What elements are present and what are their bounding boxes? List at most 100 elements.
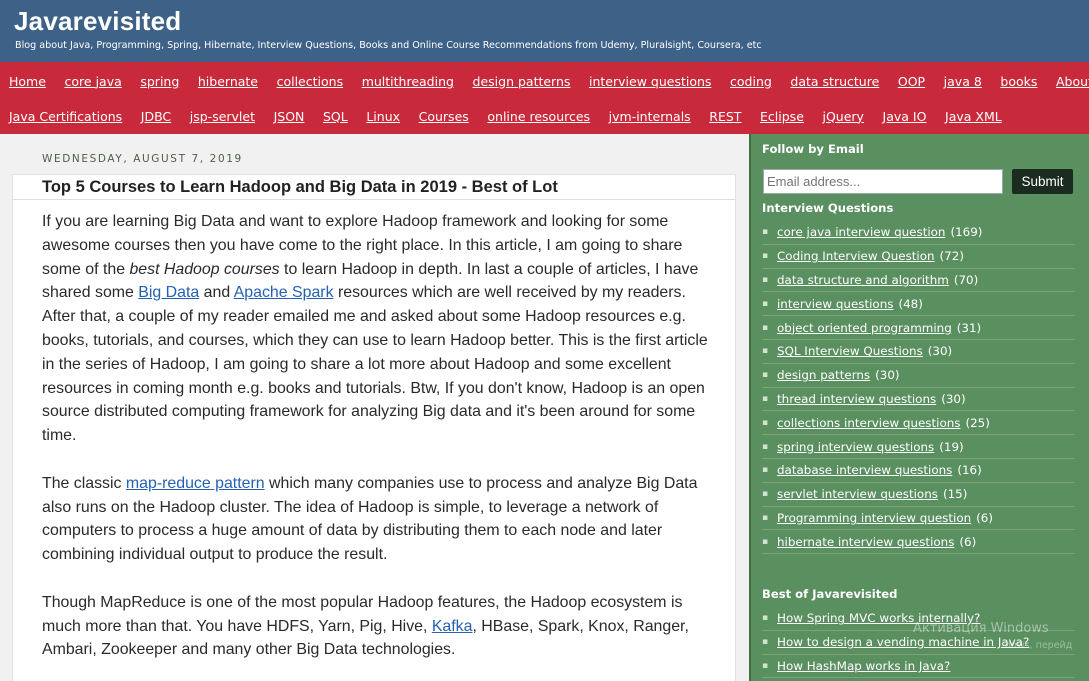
item-count: (70) [953,272,979,287]
apache-spark-link[interactable]: Apache Spark [234,284,334,301]
bullet-icon: ▪ [762,298,769,309]
item-count: (30) [875,368,900,383]
item-count: (16) [957,463,982,478]
bullet-icon: ▪ [762,393,769,404]
bullet-icon: ▪ [762,417,769,428]
map-reduce-pattern-link[interactable]: map-reduce pattern [126,475,265,492]
sidebar-link-programming-interview-question[interactable]: Programming interview question [777,511,971,525]
bullet-icon: ▪ [762,465,769,476]
nav-link-interview-questions[interactable]: interview questions [589,74,711,89]
nav-link-jquery[interactable]: jQuery [822,109,863,124]
item-count: (19) [939,439,964,454]
nav-link-rest[interactable]: REST [709,109,741,124]
nav-link-collections[interactable]: collections [277,74,344,89]
emphasis-text: best Hadoop courses [129,260,280,278]
big-data-link[interactable]: Big Data [138,284,199,301]
nav-link-eclipse[interactable]: Eclipse [760,109,804,124]
bullet-icon: ▪ [762,637,769,648]
item-count: (6) [959,534,977,549]
nav-link-java-io[interactable]: Java IO [883,109,927,124]
nav-link-jvm-internals[interactable]: jvm-internals [609,109,691,124]
nav-link-json[interactable]: JSON [274,109,305,124]
text-span: and [199,284,234,302]
follow-by-email-heading: Follow by Email [762,142,864,156]
post-paragraph-2: The classic map-reduce pattern which man… [42,472,722,567]
sidebar-link-sql-interview-questions[interactable]: SQL Interview Questions [777,344,923,358]
post-date: Wednesday, August 7, 2019 [42,153,243,165]
nav-link-coding[interactable]: coding [730,74,772,89]
bullet-icon: ▪ [762,489,769,500]
sidebar-link-thread-interview-questions[interactable]: thread interview questions [777,392,936,406]
bullet-icon: ▪ [762,660,769,671]
bullet-icon: ▪ [762,346,769,357]
sidebar-link-object-oriented-programming[interactable]: object oriented programming [777,321,952,335]
nav-link-core-java[interactable]: core java [65,74,122,89]
interview-questions-heading: Interview Questions [762,201,894,215]
title-divider [12,199,736,200]
text-span: The classic [42,474,126,492]
sidebar-link-core-java-interview-question[interactable]: core java interview question [777,225,945,239]
nav-link-books[interactable]: books [1000,74,1037,89]
sidebar-link-how-to-design-a-vending-machine-in-java[interactable]: How to design a vending machine in Java? [777,635,1029,649]
nav-link-multithreading[interactable]: multithreading [362,74,454,89]
sidebar-link-data-structure-and-algorithm[interactable]: data structure and algorithm [777,273,949,287]
sidebar-link-coding-interview-question[interactable]: Coding Interview Question [777,249,935,263]
nav-row-secondary: Java Certifications JDBC jsp-servlet JSON SQ… [0,99,1011,133]
post-paragraph-3: Though MapReduce is one of the most popu… [42,591,722,662]
sidebar-link-collections-interview-questions[interactable]: collections interview questions [777,416,960,430]
item-count: (31) [956,320,982,335]
windows-activation-watermark-sub: dows, перейд [1005,640,1073,651]
post-title[interactable]: Top 5 Courses to Learn Hadoop and Big Da… [42,178,558,197]
sidebar-link-database-interview-questions[interactable]: database interview questions [777,463,952,477]
sidebar-link-how-hashmap-works-in-java[interactable]: How HashMap works in Java? [777,659,950,673]
nav-link-sql[interactable]: SQL [323,109,348,124]
sidebar-list-item: ▪ thread interview questions (30) [762,388,1075,412]
nav-link-courses[interactable]: Courses [419,109,469,124]
nav-link-oop[interactable]: OOP [898,74,925,89]
bullet-icon: ▪ [762,512,769,523]
nav-link-jsp-servlet[interactable]: jsp-servlet [190,109,255,124]
nav-row-primary: Home core java spring hibernate collections m… [0,64,1089,98]
sidebar-list-item: ▪ interview questions (48) [762,292,1075,317]
sidebar-list-item: ▪ database interview questions (16) [762,459,1075,483]
nav-link-online-resources[interactable]: online resources [487,109,590,124]
sidebar-list-item: ▪ design patterns (30) [762,364,1075,388]
submit-button[interactable]: Submit [1012,169,1073,194]
sidebar-link-spring-interview-questions[interactable]: spring interview questions [777,440,934,454]
item-count: (30) [927,344,953,359]
nav-link-design-patterns[interactable]: design patterns [473,74,571,89]
nav-link-data-structure[interactable]: data structure [790,74,879,89]
interview-questions-list: ▪ core java interview question (169) ▪ Codin… [762,221,1075,555]
item-count: (48) [898,296,923,311]
sidebar-list-item: ▪ How HashMap works in Java? [762,655,1075,679]
best-of-heading: Best of Javarevisited [762,587,898,601]
email-input[interactable] [763,169,1003,194]
nav-link-home[interactable]: Home [9,74,46,89]
sidebar-list-item: ▪ core java interview question (169) [762,221,1075,245]
sidebar-link-interview-questions[interactable]: interview questions [777,297,893,311]
nav-link-java-xml[interactable]: Java XML [945,109,1002,124]
bullet-icon: ▪ [762,441,769,452]
sidebar-list-item: ▪ hibernate interview questions (6) [762,530,1075,555]
kafka-link[interactable]: Kafka [432,618,473,635]
sidebar-list-item: ▪ data structure and algorithm (70) [762,269,1075,293]
item-count: (15) [942,487,968,502]
nav-link-linux[interactable]: Linux [366,109,400,124]
nav-link-java-certifications[interactable]: Java Certifications [9,109,122,124]
nav-link-spring[interactable]: spring [140,74,179,89]
sidebar-list-item: ▪ spring interview questions (19) [762,435,1075,459]
nav-link-about-me[interactable]: About Me [1056,74,1089,89]
sidebar-list-item: ▪ servlet interview questions (15) [762,483,1075,507]
bullet-icon: ▪ [762,227,769,238]
sidebar-link-servlet-interview-questions[interactable]: servlet interview questions [777,487,938,501]
main-nav: Home core java spring hibernate collections m… [0,62,1089,134]
post-body: If you are learning Big Data and want to… [42,210,722,681]
bullet-icon: ▪ [762,274,769,285]
sidebar-link-hibernate-interview-questions[interactable]: hibernate interview questions [777,535,954,549]
blog-title[interactable]: Javarevisited [14,6,181,37]
nav-link-java-8[interactable]: java 8 [944,74,982,89]
text-span: resources which are well received by my … [42,284,708,445]
nav-link-jdbc[interactable]: JDBC [141,109,171,124]
nav-link-hibernate[interactable]: hibernate [198,74,258,89]
sidebar-link-design-patterns[interactable]: design patterns [777,368,870,382]
